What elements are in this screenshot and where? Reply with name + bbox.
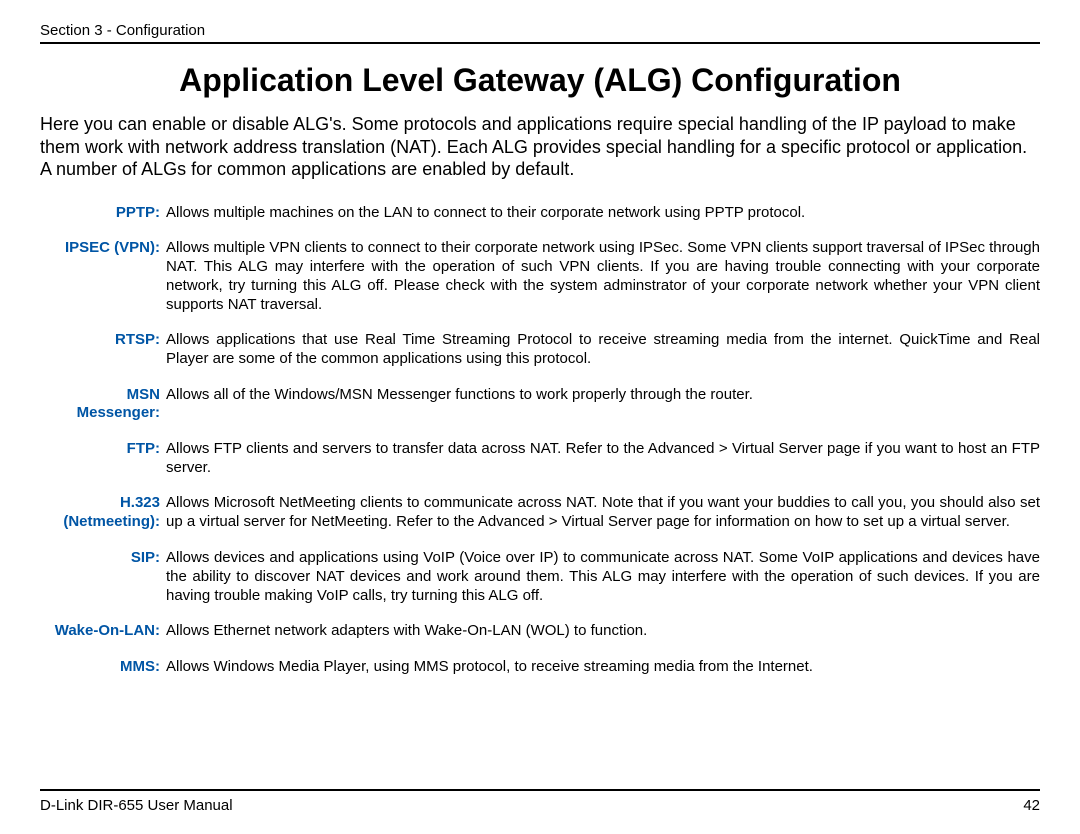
def-label: FTP:: [50, 439, 166, 459]
def-desc: Allows Microsoft NetMeeting clients to c…: [166, 493, 1040, 531]
def-label: H.323 (Netmeeting):: [50, 493, 166, 532]
def-label: PPTP:: [50, 203, 166, 223]
def-row: RTSP: Allows applications that use Real …: [50, 330, 1040, 368]
def-label: RTSP:: [50, 330, 166, 350]
def-row: PPTP: Allows multiple machines on the LA…: [50, 203, 1040, 223]
top-divider: [40, 42, 1040, 44]
page-title: Application Level Gateway (ALG) Configur…: [40, 62, 1040, 99]
def-desc: Allows multiple VPN clients to connect t…: [166, 238, 1040, 314]
def-label: MMS:: [50, 657, 166, 677]
def-desc: Allows devices and applications using Vo…: [166, 548, 1040, 605]
def-row: FTP: Allows FTP clients and servers to t…: [50, 439, 1040, 477]
def-row: Wake-On-LAN: Allows Ethernet network ada…: [50, 621, 1040, 641]
section-header: Section 3 - Configuration: [40, 22, 1040, 39]
def-desc: Allows Ethernet network adapters with Wa…: [166, 621, 1040, 640]
def-label: MSN Messenger:: [50, 385, 166, 424]
def-desc: Allows multiple machines on the LAN to c…: [166, 203, 1040, 222]
def-label: SIP:: [50, 548, 166, 568]
page-footer: D-Link DIR-655 User Manual 42: [40, 789, 1040, 814]
def-label: IPSEC (VPN):: [50, 238, 166, 258]
definition-list: PPTP: Allows multiple machines on the LA…: [40, 203, 1040, 677]
bottom-divider: [40, 789, 1040, 791]
def-row: MSN Messenger: Allows all of the Windows…: [50, 385, 1040, 424]
def-label: Wake-On-LAN:: [50, 621, 166, 641]
footer-left: D-Link DIR-655 User Manual: [40, 797, 233, 814]
def-row: IPSEC (VPN): Allows multiple VPN clients…: [50, 238, 1040, 314]
def-desc: Allows Windows Media Player, using MMS p…: [166, 657, 1040, 676]
def-desc: Allows applications that use Real Time S…: [166, 330, 1040, 368]
intro-paragraph: Here you can enable or disable ALG's. So…: [40, 113, 1040, 181]
footer-row: D-Link DIR-655 User Manual 42: [40, 797, 1040, 814]
def-desc: Allows FTP clients and servers to transf…: [166, 439, 1040, 477]
def-row: H.323 (Netmeeting): Allows Microsoft Net…: [50, 493, 1040, 532]
def-row: MMS: Allows Windows Media Player, using …: [50, 657, 1040, 677]
footer-page-number: 42: [1023, 797, 1040, 814]
def-desc: Allows all of the Windows/MSN Messenger …: [166, 385, 1040, 404]
def-row: SIP: Allows devices and applications usi…: [50, 548, 1040, 605]
